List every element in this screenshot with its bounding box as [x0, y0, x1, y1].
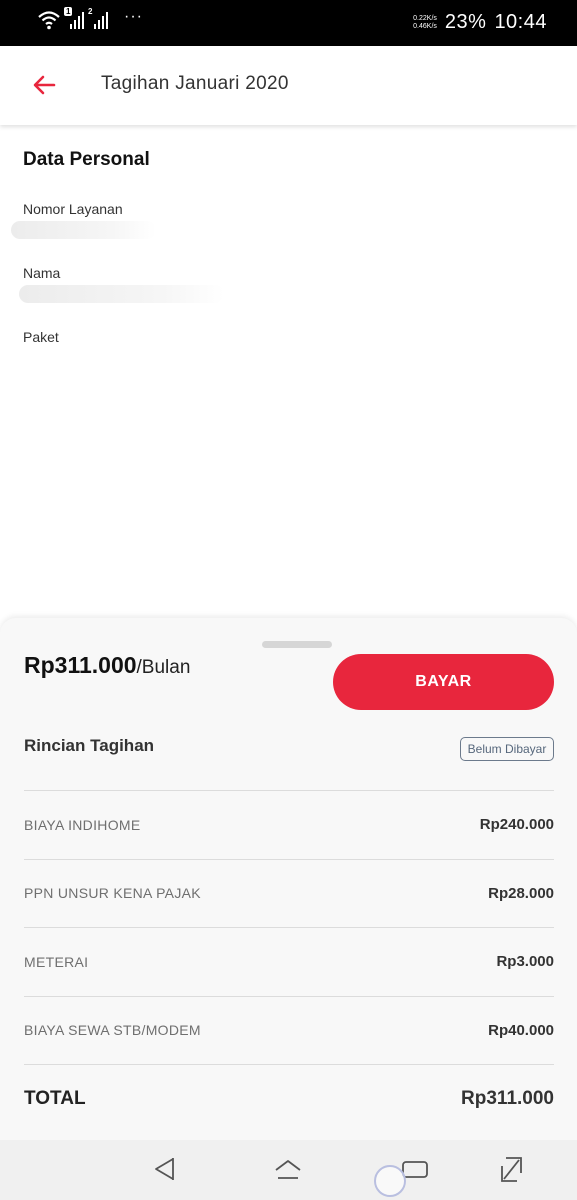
app-header: Tagihan Januari 2020 [0, 46, 577, 125]
bill-item-name: BIAYA INDIHOME [24, 816, 141, 833]
name-label: Nama [23, 265, 61, 281]
network-speed: 0.22K/s 0.46K/s [413, 15, 437, 31]
battery-percent: 23% [444, 11, 487, 33]
more-notifications: ··· [124, 8, 143, 25]
signal-sim2-icon: 2 [88, 7, 108, 29]
bill-total-row: TOTAL Rp311.000 [24, 1064, 554, 1133]
personal-data-section: Data Personal Nomor Layanan Nama Paket [11, 149, 553, 345]
system-nav-bar [0, 1140, 577, 1200]
home-icon [275, 1160, 301, 1179]
bill-item-name: BIAYA SEWA STB/MODEM [24, 1022, 201, 1039]
sim1-label: 1 [64, 7, 73, 16]
sim2-label: 2 [88, 7, 93, 16]
bill-item-row: BIAYA SEWA STB/MODEM Rp40.000 [24, 995, 554, 1065]
bill-item-row: PPN UNSUR KENA PAJAK Rp28.000 [24, 858, 554, 928]
service-number-redacted [11, 221, 156, 239]
bill-item-amount: Rp40.000 [488, 1021, 554, 1039]
bill-item-amount: Rp3.000 [496, 953, 554, 971]
status-bar: 1 2 ··· 0.22K/s 0.46K/s 23% 10:44 [0, 0, 577, 46]
bill-item-name: METERAI [24, 953, 89, 970]
bill-bottom-sheet: Rp311.000/Bulan BAYAR Rincian Tagihan Be… [0, 618, 577, 1140]
bill-price: Rp311.000/Bulan [24, 652, 190, 679]
bill-item-row: METERAI Rp3.000 [24, 927, 554, 996]
status-right: 0.22K/s 0.46K/s 23% 10:44 [413, 11, 547, 34]
name-redacted [19, 285, 224, 303]
signal-sim1-icon: 1 [64, 7, 84, 29]
nav-home-button[interactable] [271, 1154, 305, 1184]
drag-handle[interactable] [262, 641, 332, 648]
service-number-label: Nomor Layanan [23, 201, 123, 217]
wifi-icon [38, 11, 60, 30]
package-label: Paket [23, 329, 59, 345]
pay-button[interactable]: BAYAR [333, 654, 554, 710]
bill-item-amount: Rp240.000 [479, 816, 554, 834]
bill-item-row: BIAYA INDIHOME Rp240.000 [24, 790, 554, 859]
price-period: /Bulan [136, 657, 191, 678]
price-amount: Rp311.000 [24, 652, 137, 678]
total-label: TOTAL [24, 1087, 86, 1109]
bill-items: BIAYA INDIHOME Rp240.000 PPN UNSUR KENA … [24, 790, 554, 1133]
floating-assist-button[interactable] [374, 1165, 406, 1197]
bill-item-amount: Rp28.000 [488, 884, 554, 902]
nav-expand-button[interactable] [494, 1154, 528, 1184]
nav-back-button[interactable] [148, 1154, 182, 1184]
bill-item-name: PPN UNSUR KENA PAJAK [24, 885, 201, 902]
page-title: Tagihan Januari 2020 [101, 73, 289, 94]
speed-down: 0.46K/s [413, 22, 437, 30]
section-title: Data Personal [23, 149, 150, 170]
status-badge: Belum Dibayar [460, 737, 554, 761]
speed-up: 0.22K/s [413, 14, 437, 22]
arrow-left-icon [33, 75, 56, 95]
status-left: 1 2 ··· [38, 7, 143, 30]
clock: 10:44 [494, 11, 547, 33]
triangle-back-icon [155, 1158, 174, 1180]
total-amount: Rp311.000 [461, 1087, 554, 1109]
expand-icon [501, 1157, 522, 1182]
bill-detail-title: Rincian Tagihan [24, 736, 155, 755]
back-button[interactable] [30, 70, 60, 100]
